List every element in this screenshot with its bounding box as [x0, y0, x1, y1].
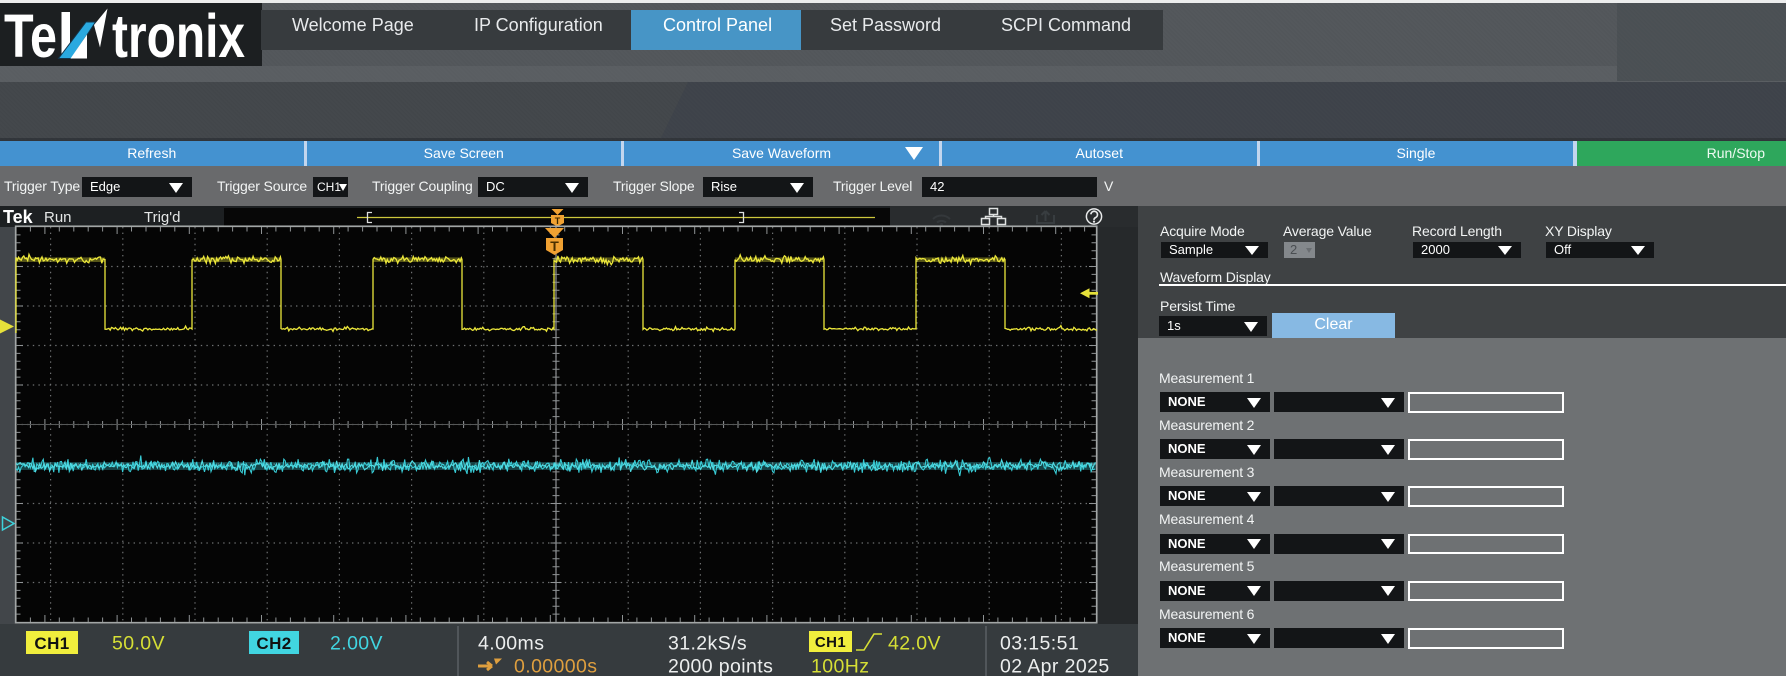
svg-text:02 Apr 2025: 02 Apr 2025 — [1000, 656, 1110, 676]
svg-text:100Hz: 100Hz — [811, 656, 869, 676]
svg-text:03:15:51: 03:15:51 — [1000, 633, 1079, 655]
svg-text:Tek: Tek — [3, 207, 34, 227]
svg-text:Te: Te — [4, 2, 57, 66]
svg-text:2.00V: 2.00V — [330, 633, 383, 655]
svg-text:Trig'd: Trig'd — [144, 209, 180, 226]
svg-text:T: T — [550, 238, 559, 254]
svg-text:4.00ms: 4.00ms — [478, 633, 544, 655]
svg-text:Run: Run — [44, 209, 72, 226]
svg-text:CH1: CH1 — [815, 634, 846, 651]
svg-text:CH1: CH1 — [34, 634, 69, 653]
svg-text:42.0V: 42.0V — [888, 633, 941, 655]
svg-text:CH2: CH2 — [256, 634, 291, 653]
svg-text:tronix: tronix — [112, 2, 245, 66]
svg-text:2000 points: 2000 points — [668, 656, 773, 676]
svg-text:0.00000s: 0.00000s — [514, 656, 597, 676]
svg-text:31.2kS/s: 31.2kS/s — [668, 633, 747, 655]
svg-text:50.0V: 50.0V — [112, 633, 165, 655]
svg-text:T: T — [555, 216, 561, 226]
